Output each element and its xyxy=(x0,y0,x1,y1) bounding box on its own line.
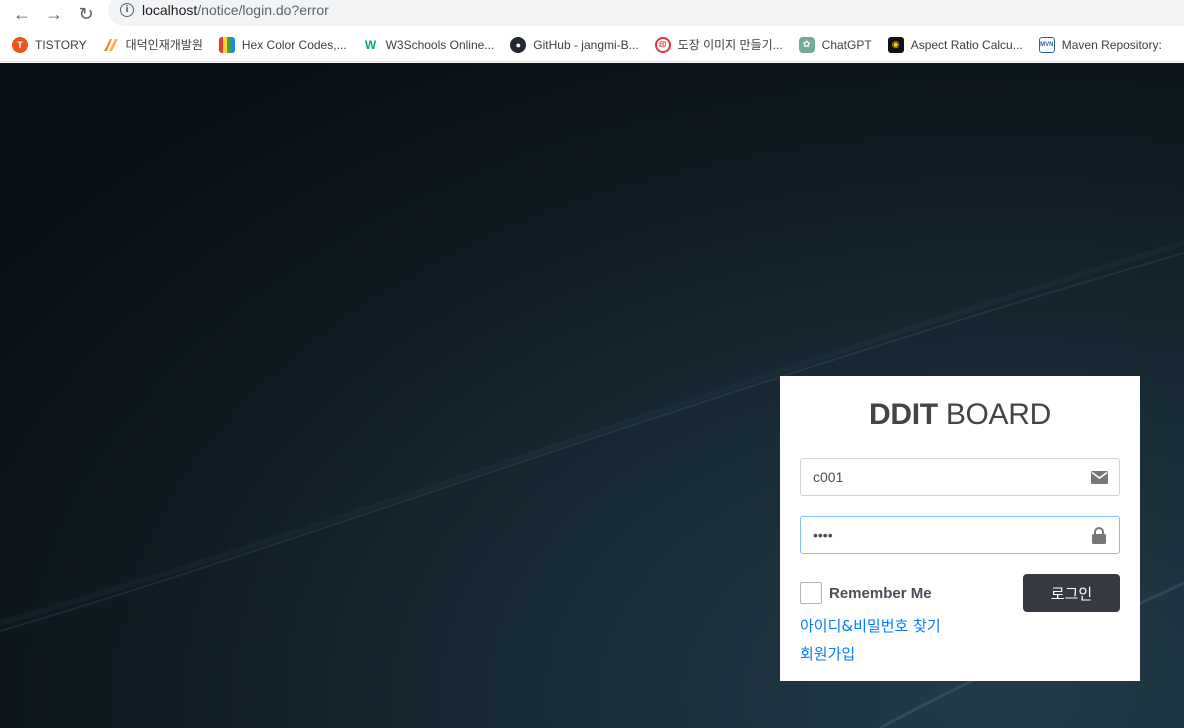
signup-link[interactable]: 회원가입 xyxy=(800,640,1120,668)
envelope-icon xyxy=(1079,459,1119,495)
password-field[interactable] xyxy=(800,516,1120,554)
login-page-background: DDIT BOARD Remember Me 로그인 아이디&비밀번호 찾기 회… xyxy=(0,63,1184,728)
lock-icon xyxy=(1079,517,1119,553)
bookmark-label: Hex Color Codes,... xyxy=(241,37,347,52)
bookmark-label: 대덕인재개발원 xyxy=(125,38,203,52)
bookmark-label: Maven Repository: xyxy=(1061,37,1162,52)
bookmark-aspect-ratio[interactable]: ◉ Aspect Ratio Calcu... xyxy=(887,36,1023,53)
bookmark-w3schools[interactable]: W W3Schools Online... xyxy=(363,37,495,53)
maven-icon: MVN xyxy=(1038,36,1055,53)
bookmark-maven[interactable]: MVN Maven Repository: xyxy=(1038,36,1162,53)
remember-me[interactable]: Remember Me xyxy=(800,582,932,604)
brand-light: BOARD xyxy=(937,398,1052,431)
brand-bold: DDIT xyxy=(868,398,938,431)
bookmarks-bar: T TISTORY 대덕인재개발원 Hex Color Codes,... W … xyxy=(0,28,1184,62)
url-host: localhost xyxy=(142,2,198,18)
browser-toolbar: ← → ↻ i localhost/notice/login.do?error xyxy=(0,0,1184,28)
info-icon[interactable]: i xyxy=(120,3,134,17)
login-button[interactable]: 로그인 xyxy=(1023,574,1120,612)
auth-links: 아이디&비밀번호 찾기 회원가입 xyxy=(800,612,1120,668)
remember-me-label: Remember Me xyxy=(829,584,932,602)
github-icon: ● xyxy=(510,36,527,53)
bookmark-tistory[interactable]: T TISTORY xyxy=(12,36,87,53)
password-input[interactable] xyxy=(801,517,1081,553)
bookmark-label: ChatGPT xyxy=(821,37,872,52)
bookmark-chatgpt[interactable]: ✿ ChatGPT xyxy=(798,36,872,53)
username-field[interactable] xyxy=(800,458,1120,496)
brand-title: DDIT BOARD xyxy=(800,398,1120,438)
login-actions-row: Remember Me 로그인 xyxy=(800,574,1120,612)
address-bar[interactable]: i localhost/notice/login.do?error xyxy=(108,0,1184,26)
chatgpt-icon: ✿ xyxy=(798,36,815,53)
bookmark-label: 도장 이미지 만들기... xyxy=(677,38,783,52)
forward-arrow-icon[interactable]: → xyxy=(38,3,70,25)
bookmark-stamp[interactable]: 印 도장 이미지 만들기... xyxy=(654,36,783,53)
stamp-icon: 印 xyxy=(654,36,671,53)
aspect-ratio-icon: ◉ xyxy=(887,36,904,53)
reload-icon[interactable]: ↻ xyxy=(70,3,102,25)
bookmark-hex-color[interactable]: Hex Color Codes,... xyxy=(218,36,347,53)
username-input[interactable] xyxy=(801,459,1081,495)
url-path: /notice/login.do?error xyxy=(197,2,329,18)
url-text[interactable]: localhost/notice/login.do?error xyxy=(142,2,329,18)
bookmark-ddit[interactable]: 대덕인재개발원 xyxy=(103,36,203,53)
login-card: DDIT BOARD Remember Me 로그인 아이디&비밀번호 찾기 회… xyxy=(780,376,1140,681)
w3schools-icon: W xyxy=(364,37,377,52)
find-account-link[interactable]: 아이디&비밀번호 찾기 xyxy=(800,612,1120,640)
back-arrow-icon[interactable]: ← xyxy=(6,3,38,25)
bookmark-label: W3Schools Online... xyxy=(385,37,495,52)
tistory-icon: T xyxy=(12,36,28,53)
bookmark-label: GitHub - jangmi-B... xyxy=(533,37,639,52)
hex-color-icon xyxy=(218,36,235,53)
bookmark-github[interactable]: ● GitHub - jangmi-B... xyxy=(510,36,639,53)
bookmark-label: Aspect Ratio Calcu... xyxy=(910,37,1023,52)
bookmark-label: TISTORY xyxy=(35,37,87,52)
ddit-icon xyxy=(103,37,119,53)
remember-me-checkbox[interactable] xyxy=(800,582,822,604)
